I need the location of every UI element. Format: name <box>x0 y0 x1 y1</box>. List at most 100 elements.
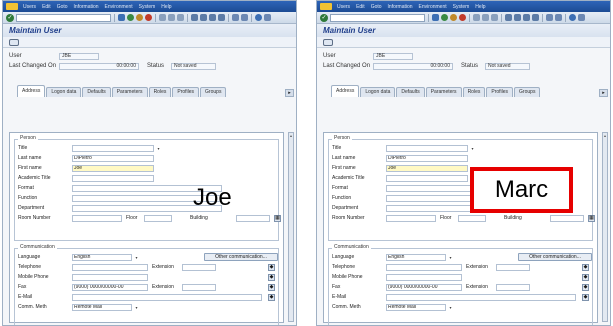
mobile-phone-input[interactable] <box>386 273 462 281</box>
menu-users[interactable]: Users <box>23 4 36 10</box>
telephone-extension-input[interactable] <box>496 263 530 271</box>
title-dropdown[interactable] <box>72 144 154 152</box>
dropdown-icon[interactable]: ▾ <box>156 146 161 151</box>
dropdown-icon[interactable]: ▾ <box>134 305 139 310</box>
fax-extension-input[interactable] <box>496 283 530 291</box>
next-page-icon[interactable] <box>523 14 530 21</box>
prev-page-icon[interactable] <box>200 14 207 21</box>
email-more-icon[interactable]: ◆ <box>268 293 275 301</box>
building-input[interactable] <box>550 214 584 222</box>
tab-roles[interactable]: Roles <box>462 87 486 97</box>
enter-check-icon[interactable]: ✓ <box>6 13 14 22</box>
find-icon[interactable] <box>482 14 489 21</box>
scroll-up-icon[interactable]: ▴ <box>289 133 293 138</box>
cancel-icon[interactable] <box>459 14 466 21</box>
first-name-input[interactable]: Joe <box>72 164 154 172</box>
command-field[interactable] <box>330 13 425 22</box>
comm-meth-dropdown[interactable]: Remote Mail <box>72 303 132 311</box>
language-dropdown[interactable]: English <box>386 253 446 261</box>
tab-logon-data[interactable]: Logon data <box>46 87 82 97</box>
first-name-input[interactable]: Joe <box>386 164 468 172</box>
language-dropdown[interactable]: English <box>72 253 132 261</box>
tab-defaults[interactable]: Defaults <box>82 87 111 97</box>
tab-profiles[interactable]: Profiles <box>486 87 514 97</box>
menu-help[interactable]: Help <box>475 4 485 10</box>
building-detail-icon[interactable]: ▦ <box>588 214 595 222</box>
building-input[interactable] <box>236 214 270 222</box>
back-icon[interactable] <box>127 14 134 21</box>
tab-address[interactable]: Address <box>331 85 360 97</box>
layout-menu-icon[interactable] <box>578 14 585 21</box>
tab-scroll-icon[interactable]: ▸ <box>285 89 294 97</box>
fax-input[interactable]: (9000) 0000/00000-00 <box>386 283 462 291</box>
cancel-icon[interactable] <box>145 14 152 21</box>
comm-meth-dropdown[interactable]: Remote Mail <box>386 303 446 311</box>
email-input[interactable] <box>386 293 576 301</box>
find-next-icon[interactable] <box>491 14 498 21</box>
layout-menu-icon[interactable] <box>264 14 271 21</box>
email-input[interactable] <box>72 293 262 301</box>
shortcut-icon[interactable] <box>555 14 562 21</box>
mobile-more-icon[interactable]: ◆ <box>268 273 275 281</box>
last-name-input[interactable]: DiPietro <box>386 154 468 162</box>
floor-input[interactable] <box>458 214 486 222</box>
academic-title-input[interactable] <box>72 174 154 182</box>
tab-roles[interactable]: Roles <box>148 87 172 97</box>
menu-edit[interactable]: Edit <box>356 4 365 10</box>
tab-scroll-icon[interactable]: ▸ <box>599 89 608 97</box>
last-page-icon[interactable] <box>218 14 225 21</box>
exit-icon[interactable] <box>136 14 143 21</box>
menu-goto[interactable]: Goto <box>57 4 68 10</box>
menu-environment[interactable]: Environment <box>105 4 133 10</box>
last-page-icon[interactable] <box>532 14 539 21</box>
tab-groups[interactable]: Groups <box>514 87 541 97</box>
find-next-icon[interactable] <box>177 14 184 21</box>
telephone-input[interactable] <box>386 263 462 271</box>
first-page-icon[interactable] <box>505 14 512 21</box>
floor-input[interactable] <box>144 214 172 222</box>
new-session-icon[interactable] <box>546 14 553 21</box>
dropdown-icon[interactable]: ▾ <box>134 255 139 260</box>
print-icon[interactable] <box>159 14 166 21</box>
tab-address[interactable]: Address <box>17 85 46 97</box>
telephone-more-icon[interactable]: ◆ <box>268 263 275 271</box>
shortcut-icon[interactable] <box>241 14 248 21</box>
dropdown-icon[interactable]: ▾ <box>448 255 453 260</box>
dropdown-icon[interactable]: ▾ <box>448 305 453 310</box>
display-glasses-icon[interactable] <box>323 38 333 46</box>
next-page-icon[interactable] <box>209 14 216 21</box>
first-page-icon[interactable] <box>191 14 198 21</box>
academic-title-input[interactable] <box>386 174 468 182</box>
tab-logon-data[interactable]: Logon data <box>360 87 396 97</box>
mobile-more-icon[interactable]: ◆ <box>582 273 589 281</box>
mobile-phone-input[interactable] <box>72 273 148 281</box>
new-session-icon[interactable] <box>232 14 239 21</box>
room-number-input[interactable] <box>72 214 122 222</box>
tab-parameters[interactable]: Parameters <box>425 87 462 97</box>
other-communication-button[interactable]: Other communication... <box>518 253 592 261</box>
tab-profiles[interactable]: Profiles <box>172 87 200 97</box>
telephone-more-icon[interactable]: ◆ <box>582 263 589 271</box>
fax-more-icon[interactable]: ◆ <box>582 283 589 291</box>
print-icon[interactable] <box>473 14 480 21</box>
command-field[interactable] <box>16 13 111 22</box>
title-dropdown[interactable] <box>386 144 468 152</box>
save-icon[interactable] <box>432 14 439 21</box>
back-icon[interactable] <box>441 14 448 21</box>
save-icon[interactable] <box>118 14 125 21</box>
exit-icon[interactable] <box>450 14 457 21</box>
menu-edit[interactable]: Edit <box>42 4 51 10</box>
fax-input[interactable]: (9000) 0000/00000-00 <box>72 283 148 291</box>
menu-users[interactable]: Users <box>337 4 350 10</box>
other-communication-button[interactable]: Other communication... <box>204 253 278 261</box>
help-icon[interactable] <box>569 14 576 21</box>
help-icon[interactable] <box>255 14 262 21</box>
dropdown-icon[interactable]: ▾ <box>470 146 475 151</box>
menu-help[interactable]: Help <box>161 4 171 10</box>
menu-system[interactable]: System <box>139 4 156 10</box>
tab-parameters[interactable]: Parameters <box>111 87 148 97</box>
email-more-icon[interactable]: ◆ <box>582 293 589 301</box>
last-name-input[interactable]: DiPietro <box>72 154 154 162</box>
scroll-up-icon[interactable]: ▴ <box>603 133 607 138</box>
room-number-input[interactable] <box>386 214 436 222</box>
